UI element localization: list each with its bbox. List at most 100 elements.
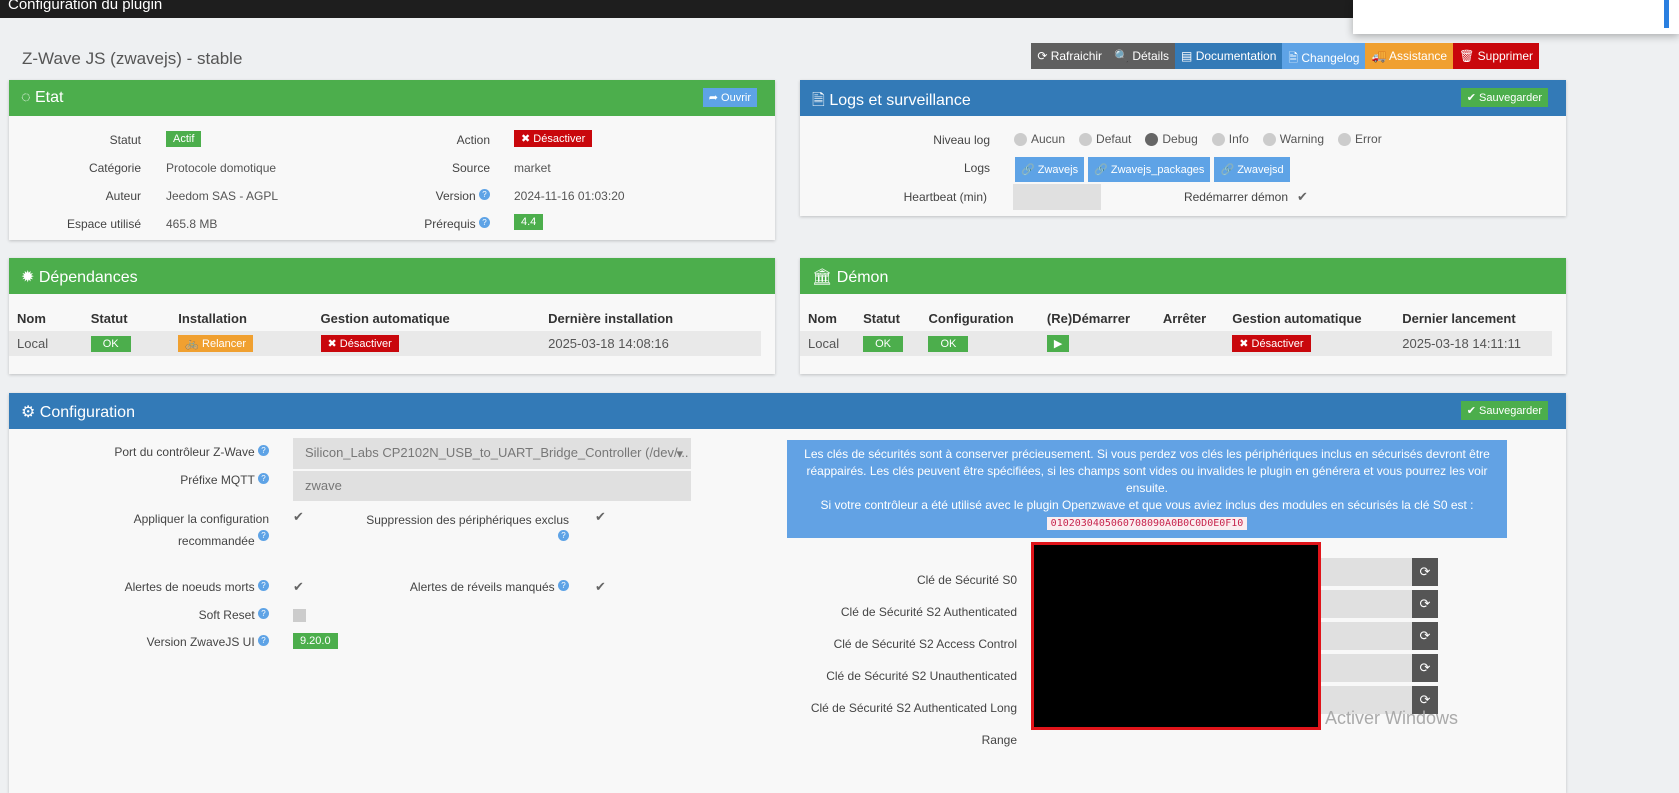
security-key-input[interactable]: [1321, 654, 1413, 682]
column-header: Dernière installation: [548, 311, 674, 326]
status-badge: Actif: [166, 131, 202, 147]
dead-nodes-checkbox[interactable]: ✔: [293, 580, 306, 593]
help-icon[interactable]: ?: [258, 608, 269, 619]
help-icon[interactable]: ?: [479, 217, 490, 228]
label: Alertes de réveils manqués: [409, 580, 555, 594]
radio-warning[interactable]: [1262, 133, 1276, 147]
value: 465.8 MB: [166, 217, 218, 231]
radio-defaut[interactable]: [1079, 133, 1093, 147]
help-icon[interactable]: ?: [558, 580, 569, 591]
daemon-panel: 🏛 Démon Nom Statut Configuration (Re)Démarr…: [800, 258, 1566, 374]
label: Espace utilisé: [66, 217, 141, 231]
table-row: Local OK OK ▶ ✖ Désactiver 2025-03-18 14…: [800, 331, 1552, 356]
security-key-input[interactable]: [1321, 590, 1413, 618]
toolbar-button[interactable]: 🗎 Changelog: [1282, 43, 1366, 69]
info-text: Les clés de sécurités sont à conserver p…: [804, 447, 1490, 495]
label: Alertes de noeuds morts: [124, 580, 255, 594]
label: Version ZwaveJS UI: [146, 635, 255, 649]
config-badge: OK: [928, 336, 969, 352]
gear-icon: ✹: [21, 269, 39, 286]
column-header: Nom: [17, 311, 46, 326]
toolbar-button[interactable]: 🚚 Assistance: [1365, 43, 1454, 69]
radio-label: Debug: [1162, 132, 1198, 146]
log-file-button[interactable]: 🔗 Zwavejs_packages: [1088, 157, 1211, 182]
cell: 2025-03-18 14:11:11: [1394, 331, 1552, 356]
radio-label: Error: [1355, 132, 1382, 146]
status-badge: OK: [90, 336, 131, 352]
radio-label: Warning: [1279, 132, 1325, 146]
security-key-label: Clé de Sécurité S2 Unauthenticated: [826, 669, 1017, 683]
regenerate-icon[interactable]: ⟳: [1412, 558, 1438, 586]
save-button[interactable]: ✔ Sauvegarder: [1460, 88, 1548, 107]
label: Statut: [109, 133, 141, 147]
port-select[interactable]: Silicon_Labs CP2102N_USB_to_UART_Bridge_…: [293, 438, 691, 469]
help-icon[interactable]: ?: [258, 473, 269, 484]
panel-title: Démon: [836, 269, 889, 286]
radio-info[interactable]: [1211, 133, 1225, 147]
help-icon[interactable]: ?: [258, 635, 269, 646]
radio-debug[interactable]: [1145, 133, 1159, 147]
restart-daemon-checkbox[interactable]: ✔: [1297, 190, 1310, 203]
toolbar-button[interactable]: 🔍 Détails: [1108, 43, 1176, 69]
relaunch-button[interactable]: 🚲 Relancer: [178, 335, 254, 352]
value: 2024-11-16 01:03:20: [514, 189, 625, 203]
deactivate-button[interactable]: ✖ Désactiver: [1232, 335, 1311, 352]
column-header: Arrêter: [1162, 311, 1207, 326]
label: Niveau log: [933, 133, 990, 147]
version-badge: 9.20.0: [293, 633, 338, 649]
windows-watermark: Activer Windows: [1325, 708, 1459, 728]
start-button[interactable]: ▶: [1046, 335, 1070, 352]
open-button[interactable]: ➦ Ouvrir: [702, 88, 757, 107]
help-icon[interactable]: ?: [258, 445, 269, 456]
toolbar-button[interactable]: ▤ Documentation: [1175, 43, 1283, 69]
log-file-button[interactable]: 🔗 Zwavejs: [1015, 157, 1085, 182]
value: Jeedom SAS - AGPL: [166, 189, 279, 203]
apply-config-checkbox[interactable]: ✔: [293, 510, 306, 523]
cell: Local: [9, 331, 83, 356]
security-key-label: Clé de Sécurité S2 Authenticated: [840, 605, 1017, 619]
security-key-input[interactable]: [1321, 558, 1413, 586]
info-text: Si votre contrôleur a été utilisé avec l…: [820, 498, 1474, 512]
help-icon[interactable]: ?: [258, 530, 269, 541]
label: Appliquer la configuration recommandée: [133, 512, 269, 548]
log-files: 🔗 Zwavejs 🔗 Zwavejs_packages 🔗 Zwavejsd: [1015, 157, 1290, 182]
heartbeat-input[interactable]: [1013, 184, 1101, 210]
cell: Local: [800, 331, 856, 356]
radio-label: Defaut: [1096, 132, 1132, 146]
column-header: Dernier lancement: [1402, 311, 1516, 326]
label: Prérequis: [424, 217, 476, 231]
select-value: Silicon_Labs CP2102N_USB_to_UART_Bridge_…: [305, 445, 689, 460]
radio-label: Aucun: [1031, 132, 1066, 146]
help-icon[interactable]: ?: [258, 580, 269, 591]
toolbar: ⟳ Rafraichir 🔍 Détails ▤ Documentation 🗎 Ch…: [1031, 43, 1539, 69]
configuration-panel: ⚙ Configuration ✔ Sauvegarder Port du con…: [9, 393, 1566, 793]
radio-error[interactable]: [1338, 133, 1352, 147]
help-icon[interactable]: ?: [558, 530, 569, 541]
missed-wakeup-checkbox[interactable]: ✔: [595, 580, 608, 593]
help-icon[interactable]: ?: [479, 189, 490, 200]
deactivate-button[interactable]: ✖ Désactiver: [514, 130, 593, 147]
refresh-icon: ◌: [21, 89, 35, 106]
security-key-input[interactable]: [1321, 622, 1413, 650]
save-button[interactable]: ✔ Sauvegarder: [1460, 401, 1548, 420]
status-badge: OK: [863, 336, 903, 352]
deactivate-button[interactable]: ✖ Désactiver: [320, 335, 399, 352]
regenerate-icon[interactable]: ⟳: [1412, 654, 1438, 682]
log-file-button[interactable]: 🔗 Zwavejsd: [1214, 157, 1290, 182]
regenerate-icon[interactable]: ⟳: [1412, 622, 1438, 650]
security-key-label: Clé de Sécurité S2 Access Control: [833, 637, 1017, 651]
radio-aucun[interactable]: [1014, 133, 1027, 147]
s0-default-key: 0102030405060708090A0B0C0D0E0F10: [1046, 517, 1248, 530]
column-header: Installation: [178, 311, 247, 326]
caret-down-icon: ▾: [676, 446, 683, 461]
remove-excluded-checkbox[interactable]: ✔: [595, 510, 608, 523]
toolbar-button[interactable]: 🗑 Supprimer: [1453, 43, 1539, 69]
label: Suppression des périphériques exclus: [366, 513, 569, 527]
toolbar-button[interactable]: ⟳ Rafraichir: [1031, 43, 1109, 69]
label: Heartbeat (min): [903, 190, 987, 204]
soft-reset-checkbox[interactable]: [293, 609, 306, 622]
table-row: Local OK 🚲 Relancer ✖ Désactiver 2025-03…: [9, 331, 761, 356]
regenerate-icon[interactable]: ⟳: [1412, 590, 1438, 618]
mqtt-prefix-input[interactable]: zwave: [293, 471, 691, 501]
log-file-label: Zwavejsd: [1237, 164, 1284, 176]
